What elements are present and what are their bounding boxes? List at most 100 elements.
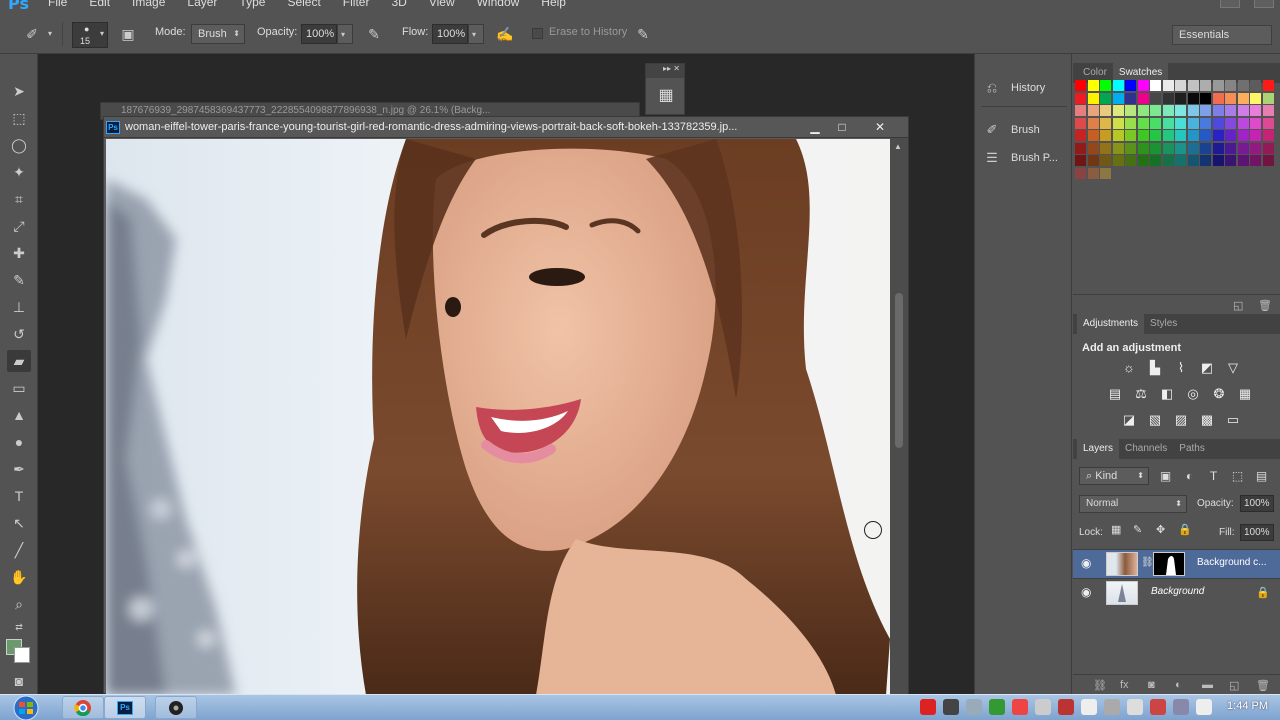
swatch[interactable] <box>1250 155 1261 166</box>
swatch[interactable] <box>1187 130 1199 141</box>
selective-color-icon[interactable]: ▭ <box>1225 412 1241 428</box>
layer-mask-thumbnail[interactable] <box>1153 552 1185 576</box>
menu-type[interactable]: Type <box>239 0 265 9</box>
swatch[interactable] <box>1187 155 1199 166</box>
minimize-button[interactable] <box>1220 0 1240 8</box>
document-vertical-scrollbar[interactable]: ▲ <box>890 138 908 694</box>
swatch[interactable] <box>1175 105 1186 116</box>
swatch[interactable] <box>1150 92 1161 104</box>
menu-view[interactable]: View <box>429 0 455 9</box>
swatch[interactable] <box>1212 92 1224 104</box>
swatch[interactable] <box>1162 117 1174 129</box>
black-white-icon[interactable]: ◧ <box>1159 386 1175 402</box>
swatch[interactable] <box>1100 105 1111 116</box>
tab-styles[interactable]: Styles <box>1144 314 1183 334</box>
lock-all-icon[interactable]: 🔒 <box>1178 523 1192 536</box>
swatch[interactable] <box>1075 142 1086 154</box>
taskbar-photoshop[interactable]: Ps <box>104 696 146 719</box>
document-canvas-image[interactable] <box>106 139 890 695</box>
swatch[interactable] <box>1225 142 1236 154</box>
quick-selection-tool-icon[interactable]: ✦ <box>7 161 31 183</box>
swatch[interactable] <box>1225 105 1236 116</box>
layer-row[interactable]: ◉ Background 🔒 <box>1073 578 1280 607</box>
swatch[interactable] <box>1075 130 1086 141</box>
swatch[interactable] <box>1087 167 1099 179</box>
swatch[interactable] <box>1262 130 1274 141</box>
swatch[interactable] <box>1087 117 1099 129</box>
swatch[interactable] <box>1087 155 1099 166</box>
swatch[interactable] <box>1125 80 1136 91</box>
doc-minimize-icon[interactable]: ▁ <box>804 119 826 135</box>
brush-size-picker[interactable]: ● 15 ▾ <box>72 22 108 48</box>
swatch[interactable] <box>1162 105 1174 116</box>
swatch[interactable] <box>1162 92 1174 104</box>
link-icon[interactable]: ⛓ <box>1141 557 1154 568</box>
flag-icon[interactable] <box>1150 699 1166 715</box>
tray-usb-icon[interactable] <box>943 699 959 715</box>
swatch[interactable] <box>1112 92 1124 104</box>
swatch[interactable] <box>1100 130 1111 141</box>
brightness-icon[interactable]: ☼ <box>1121 360 1137 376</box>
swatch[interactable] <box>1137 130 1149 141</box>
swatch[interactable] <box>1237 92 1249 104</box>
trash-icon[interactable]: 🗑 <box>1258 299 1272 312</box>
menu-3d[interactable]: 3D <box>391 0 406 9</box>
swatch[interactable] <box>1087 130 1099 141</box>
background-color-swatch[interactable] <box>14 647 30 663</box>
move-tool-icon[interactable]: ➤ <box>7 80 31 102</box>
swatch[interactable] <box>1175 80 1186 91</box>
swatches-grid[interactable] <box>1073 80 1280 180</box>
swatch[interactable] <box>1150 142 1161 154</box>
color-balance-icon[interactable]: ⚖ <box>1133 386 1149 402</box>
opacity-field[interactable]: 100% <box>301 24 337 44</box>
pen-tool-icon[interactable]: ✒ <box>7 458 31 480</box>
swatch[interactable] <box>1137 155 1149 166</box>
swatch[interactable] <box>1187 117 1199 129</box>
swatch[interactable] <box>1200 142 1211 154</box>
dodge-tool-icon[interactable]: ● <box>7 431 31 453</box>
swatch[interactable] <box>1225 117 1236 129</box>
taskbar-clock[interactable]: 1:44 PM <box>1227 700 1268 712</box>
gradient-map-icon[interactable]: ▩ <box>1199 412 1215 428</box>
menu-edit[interactable]: Edit <box>89 0 110 9</box>
dock-brush[interactable]: ✐ Brush <box>983 119 1069 141</box>
swatch[interactable] <box>1150 155 1161 166</box>
adjustment-filter-icon[interactable]: ◐ <box>1183 469 1196 483</box>
crop-tool-icon[interactable]: ⌗ <box>7 188 31 210</box>
vibrance-icon[interactable]: ▽ <box>1225 360 1241 376</box>
swatch[interactable] <box>1262 105 1274 116</box>
swatch[interactable] <box>1150 117 1161 129</box>
swatch[interactable] <box>1087 92 1099 104</box>
eyedropper-tool-icon[interactable]: ⤢ <box>7 215 31 237</box>
swatch[interactable] <box>1187 80 1199 91</box>
doc-maximize-icon[interactable]: □ <box>831 119 853 135</box>
tray-nvidia-icon[interactable] <box>989 699 1005 715</box>
swatch[interactable] <box>1212 155 1224 166</box>
swatch[interactable] <box>1200 80 1211 91</box>
menu-file[interactable]: File <box>48 0 67 9</box>
menu-help[interactable]: Help <box>541 0 566 9</box>
swatch[interactable] <box>1125 142 1136 154</box>
brush-tool-icon[interactable]: ✎ <box>7 269 31 291</box>
history-brush-tool-icon[interactable]: ↺ <box>7 323 31 345</box>
zoom-tool-icon[interactable]: ⌕ <box>7 593 31 615</box>
blur-tool-icon[interactable]: ▲ <box>7 404 31 426</box>
tray-audio-icon[interactable] <box>1104 699 1120 715</box>
swatch[interactable] <box>1112 80 1124 91</box>
swatch[interactable] <box>1162 142 1174 154</box>
swatch[interactable] <box>1225 92 1236 104</box>
swatch[interactable] <box>1137 80 1149 91</box>
menu-select[interactable]: Select <box>287 0 320 9</box>
layer-filter-dropdown[interactable]: ⌕ Kind ⬍ <box>1079 467 1149 485</box>
swatch[interactable] <box>1075 92 1086 104</box>
swatch[interactable] <box>1112 130 1124 141</box>
threshold-icon[interactable]: ▨ <box>1173 412 1189 428</box>
swatch[interactable] <box>1175 130 1186 141</box>
add-mask-icon[interactable]: ◙ <box>1148 679 1155 691</box>
swatch[interactable] <box>1175 92 1186 104</box>
properties-icon[interactable]: ▦ <box>646 78 686 116</box>
swatch[interactable] <box>1200 155 1211 166</box>
tray-drive-icon[interactable] <box>1081 699 1097 715</box>
swatch[interactable] <box>1262 80 1274 91</box>
swatch[interactable] <box>1162 155 1174 166</box>
